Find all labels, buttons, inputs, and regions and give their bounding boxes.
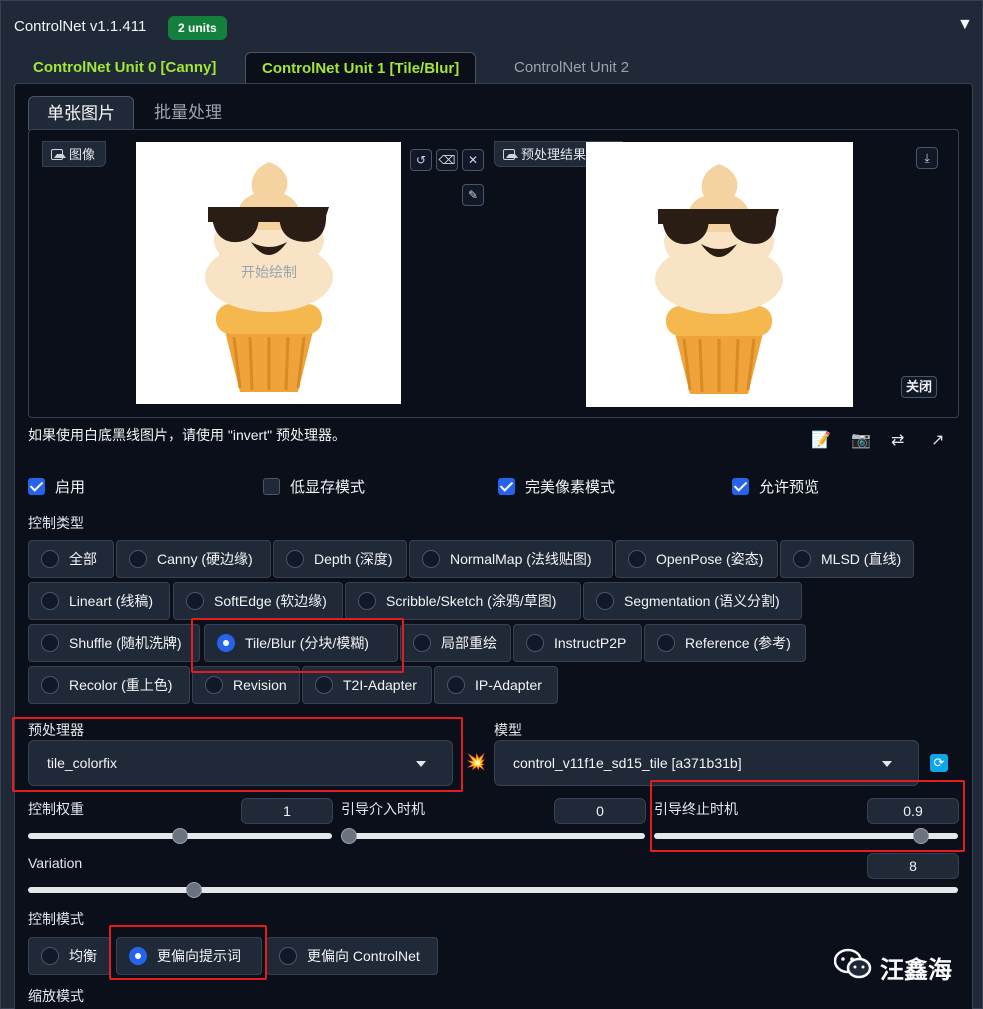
radio-icon (422, 550, 440, 568)
radio-icon (186, 592, 204, 610)
highlight-box (650, 780, 965, 852)
radio-icon (657, 634, 675, 652)
variation-slider[interactable] (28, 887, 958, 893)
low-vram-checkbox[interactable]: 低显存模式 (263, 476, 365, 496)
control-type-softedge[interactable]: SoftEdge (软边缘) (173, 582, 343, 620)
resize-mode-label: 缩放模式 (28, 988, 84, 1004)
radio-icon (205, 676, 223, 694)
radio-icon (526, 634, 544, 652)
checkbox-icon (732, 477, 749, 495)
checkbox-icon (498, 477, 515, 495)
eraser-icon[interactable]: ⌫ (436, 149, 458, 171)
control-type-segmentation[interactable]: Segmentation (语义分割) (583, 582, 802, 620)
refresh-icon[interactable]: ⟳ (930, 754, 948, 772)
control-type-lineart[interactable]: Lineart (线稿) (28, 582, 170, 620)
swap-icon[interactable]: ⇄ (891, 430, 904, 450)
variation-label: Variation (28, 855, 83, 871)
panel-title: ControlNet v1.1.411 (14, 18, 147, 35)
start-slider[interactable] (341, 833, 645, 839)
close-icon[interactable]: ✕ (462, 149, 484, 171)
download-icon[interactable]: ⤓ (916, 147, 938, 169)
control-type-shuffle[interactable]: Shuffle (随机洗牌) (28, 624, 200, 662)
brush-icon[interactable]: ✎ (462, 184, 484, 206)
start-label: 引导介入时机 (341, 801, 425, 817)
tab-batch[interactable]: 批量处理 (136, 96, 240, 130)
highlight-box (191, 618, 404, 673)
ice-cream-image: 开始绘制 (205, 162, 333, 392)
radio-icon (793, 550, 811, 568)
notepad-icon[interactable]: 📝 (811, 430, 831, 450)
control-type-mlsd[interactable]: MLSD (直线) (780, 540, 914, 578)
control-mode-label: 控制模式 (28, 911, 84, 927)
send-icon[interactable]: ↗ (931, 430, 944, 450)
undo-icon[interactable]: ↺ (410, 149, 432, 171)
invert-hint: 如果使用白底黑线图片，请使用 "invert" 预处理器。 (28, 427, 346, 443)
highlight-box (12, 717, 463, 792)
chevron-down-icon (882, 761, 892, 767)
control-type-instructp2p[interactable]: InstructP2P (513, 624, 642, 662)
start-input[interactable]: 0 (554, 798, 646, 824)
control-type-scribble[interactable]: Scribble/Sketch (涂鸦/草图) (345, 582, 581, 620)
checkbox-icon (263, 477, 280, 495)
control-type-ip-adapter[interactable]: IP-Adapter (434, 666, 558, 704)
radio-icon (41, 550, 59, 568)
radio-icon (279, 947, 297, 965)
radio-icon (41, 634, 59, 652)
control-type-openpose[interactable]: OpenPose (姿态) (615, 540, 778, 578)
preview-image (586, 142, 853, 407)
control-type-group: 全部 Canny (硬边缘) Depth (深度) NormalMap (法线贴… (28, 540, 928, 710)
radio-icon (413, 634, 431, 652)
weight-slider-thumb[interactable] (172, 828, 188, 844)
start-slider-thumb[interactable] (341, 828, 357, 844)
units-badge: 2 units (168, 16, 227, 40)
control-mode-balanced[interactable]: 均衡 (28, 937, 111, 975)
radio-icon (315, 676, 333, 694)
image-icon (51, 149, 66, 160)
tab-unit-0[interactable]: ControlNet Unit 0 [Canny] (17, 52, 232, 83)
radio-icon (596, 592, 614, 610)
collapse-icon[interactable]: ▼ (957, 16, 973, 34)
control-type-depth[interactable]: Depth (深度) (273, 540, 407, 578)
image-label: 图像 (42, 141, 107, 167)
radio-icon (358, 592, 376, 610)
variation-input[interactable]: 8 (867, 853, 959, 879)
tab-unit-2[interactable]: ControlNet Unit 2 (498, 52, 645, 83)
input-image-canvas[interactable]: 开始绘制 (136, 142, 401, 404)
watermark-text: 汪鑫海 (880, 957, 952, 984)
allow-preview-checkbox[interactable]: 允许预览 (732, 476, 819, 496)
control-type-label: 控制类型 (28, 515, 84, 531)
radio-icon (628, 550, 646, 568)
radio-icon (41, 676, 59, 694)
control-type-reference[interactable]: Reference (参考) (644, 624, 806, 662)
radio-icon (41, 592, 59, 610)
weight-input[interactable]: 1 (241, 798, 333, 824)
run-preprocessor-icon[interactable]: 💥 (466, 752, 486, 772)
control-mode-controlnet[interactable]: 更偏向 ControlNet (266, 937, 438, 975)
variation-slider-thumb[interactable] (186, 882, 202, 898)
wechat-icon (833, 948, 872, 983)
ice-cream-preview (655, 164, 783, 394)
radio-icon (286, 550, 304, 568)
control-type-recolor[interactable]: Recolor (重上色) (28, 666, 190, 704)
close-preview-button[interactable]: 关闭 (901, 376, 938, 398)
enable-checkbox[interactable]: 启用 (28, 476, 85, 496)
checkbox-icon (28, 477, 45, 495)
model-label: 模型 (494, 722, 522, 738)
control-type-canny[interactable]: Canny (硬边缘) (116, 540, 271, 578)
radio-icon (129, 550, 147, 568)
tab-unit-1[interactable]: ControlNet Unit 1 [Tile/Blur] (245, 52, 477, 83)
pixel-perfect-checkbox[interactable]: 完美像素模式 (498, 476, 615, 496)
control-type-inpaint[interactable]: 局部重绘 (400, 624, 511, 662)
tab-single-image[interactable]: 单张图片 (28, 96, 134, 130)
highlight-box (109, 925, 267, 980)
draw-hint: 开始绘制 (241, 265, 297, 281)
weight-label: 控制权重 (28, 801, 84, 817)
image-icon (503, 149, 518, 160)
camera-icon[interactable]: 📷 (851, 430, 871, 450)
control-type-all[interactable]: 全部 (28, 540, 114, 578)
radio-icon (447, 676, 465, 694)
control-type-normalmap[interactable]: NormalMap (法线贴图) (409, 540, 613, 578)
radio-icon (41, 947, 59, 965)
